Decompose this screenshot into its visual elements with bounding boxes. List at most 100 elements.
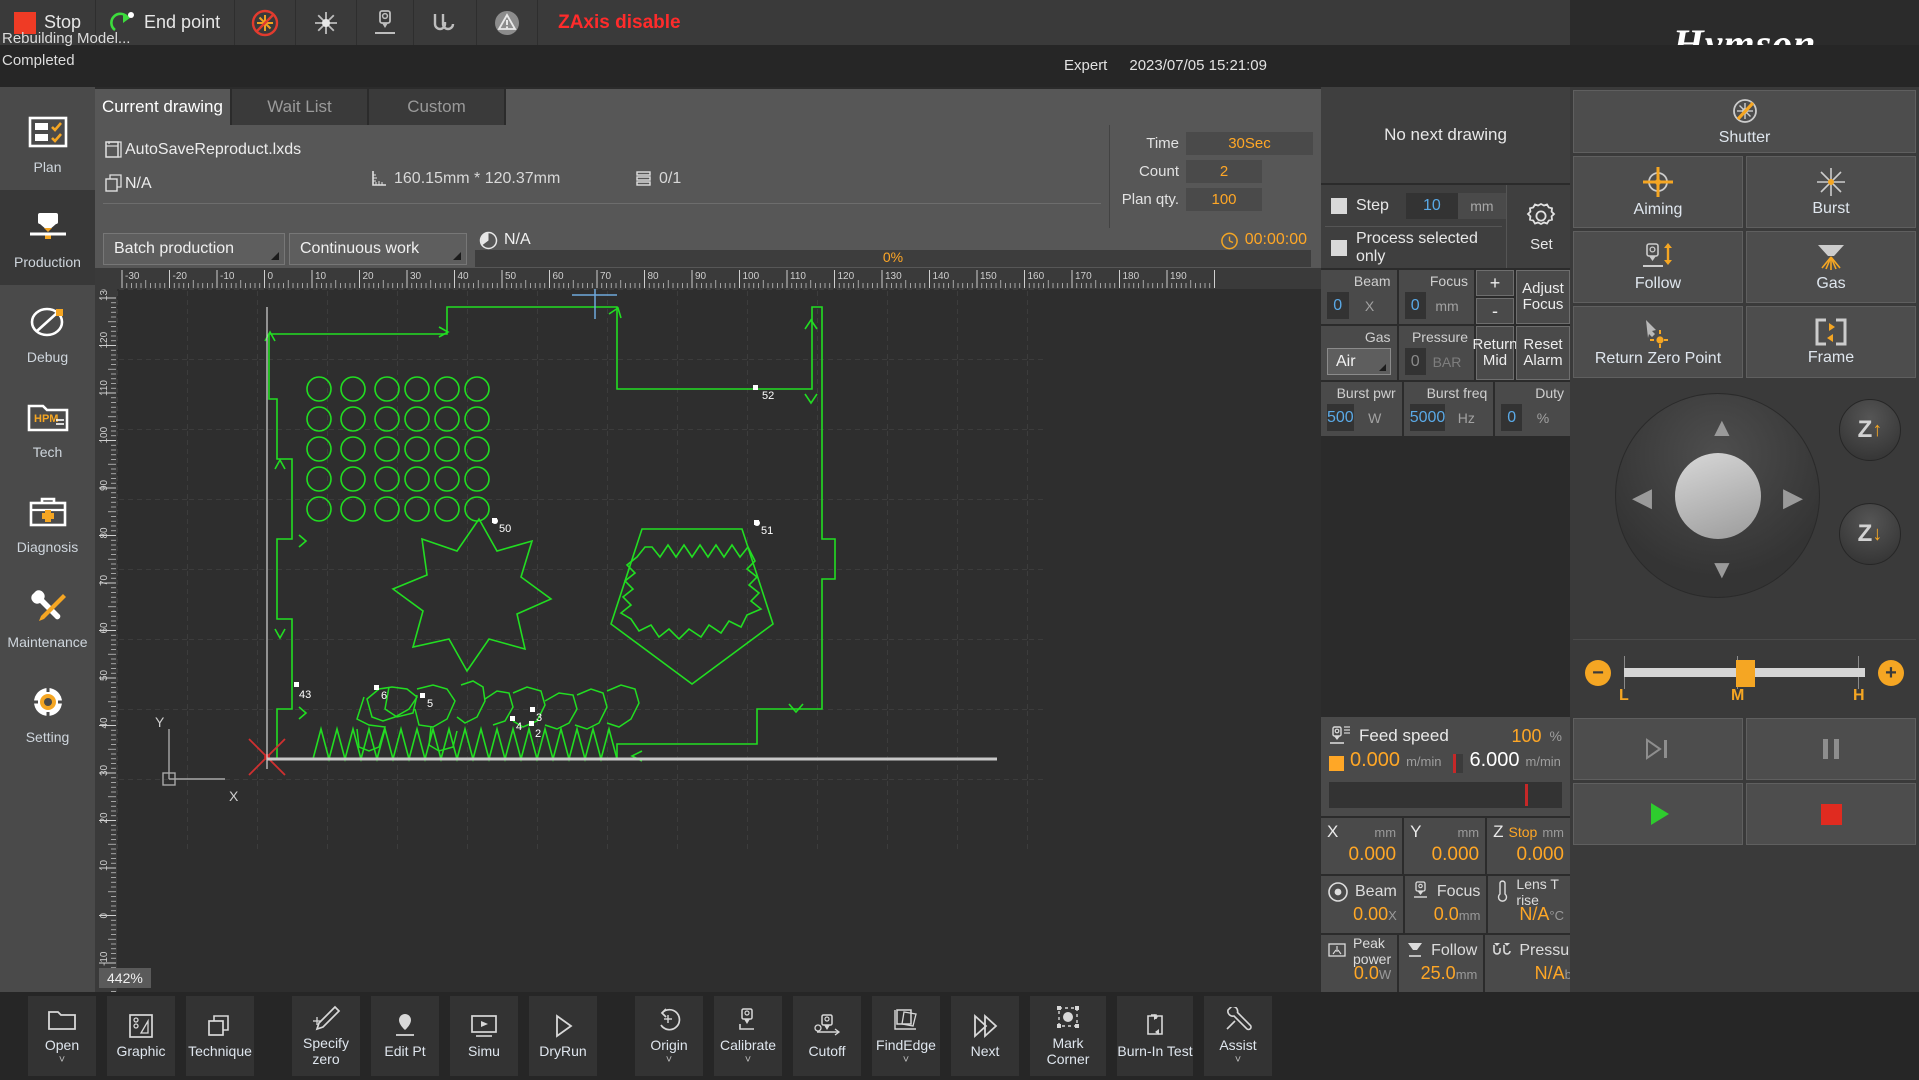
process-selected-checkbox[interactable] xyxy=(1331,240,1347,256)
sidebar-item-production[interactable]: Production xyxy=(0,190,95,285)
jog-left-arrow[interactable]: ◀ xyxy=(1632,482,1652,513)
adjust-focus-button[interactable]: Adjust Focus xyxy=(1516,270,1570,324)
return-mid-button[interactable]: Return Mid xyxy=(1476,326,1514,380)
slider-knob[interactable] xyxy=(1736,660,1755,687)
toolbar-gap-1 xyxy=(265,996,281,1076)
burst-control-button[interactable]: Burst xyxy=(1746,156,1916,228)
slider-low-label: L xyxy=(1619,687,1629,705)
end-point-label: End point xyxy=(144,12,220,33)
follow-head-button[interactable] xyxy=(357,0,414,45)
svg-text:190: 190 xyxy=(1170,271,1187,282)
toolbar-label: Next xyxy=(971,1044,1000,1059)
jog-dpad[interactable]: ▲ ▼ ◀ ▶ xyxy=(1615,393,1820,598)
jog-down-arrow[interactable]: ▼ xyxy=(1709,554,1735,585)
pressure-value: 0 xyxy=(1405,348,1427,375)
jog-up-arrow[interactable]: ▲ xyxy=(1709,412,1735,443)
batch-production-select[interactable]: Batch production xyxy=(103,233,285,265)
laser-off-button[interactable] xyxy=(235,0,296,45)
z-down-button[interactable]: Z↓ xyxy=(1839,503,1901,565)
feed-target-unit: m/min xyxy=(1526,754,1561,769)
shutter-icon xyxy=(1728,97,1762,127)
burst-freq-input[interactable]: 5000 Hz xyxy=(1410,404,1488,431)
step-value-field[interactable]: 10 mm xyxy=(1406,193,1506,219)
beam-readout-cell: Beam 0.00X xyxy=(1321,876,1403,933)
z-up-button[interactable]: Z↑ xyxy=(1839,399,1901,461)
aiming-label: Aiming xyxy=(1634,201,1683,219)
work-mode-select[interactable]: Continuous work xyxy=(289,233,467,265)
follow-button[interactable]: Follow xyxy=(1573,231,1743,303)
toolbar-cutoff-button[interactable]: Cutoff xyxy=(793,996,861,1076)
aiming-button[interactable]: Aiming xyxy=(1573,156,1743,228)
frame-button[interactable]: Frame xyxy=(1746,306,1916,378)
toolbar-edit-pt-button[interactable]: Edit Pt xyxy=(371,996,439,1076)
shutter-button[interactable]: Shutter xyxy=(1573,90,1916,153)
drawing-canvas[interactable]: -30-20-100102030405060708090100110120130… xyxy=(95,268,1321,992)
toolbar-dryrun-button[interactable]: DryRun xyxy=(529,996,597,1076)
jog-right-arrow[interactable]: ▶ xyxy=(1783,482,1803,513)
burst-freq-unit: Hz xyxy=(1445,404,1487,431)
stop-machine-button[interactable] xyxy=(1746,783,1916,845)
toolbar-simu-button[interactable]: Simu xyxy=(450,996,518,1076)
toolbar-origin-button[interactable]: Origin ˅ xyxy=(635,996,703,1076)
progress-top: N/A 00:00:00 xyxy=(471,230,1315,250)
toolbar-burnin-test-button[interactable]: Burn-In Test xyxy=(1117,996,1193,1076)
reset-alarm-button[interactable]: Reset Alarm xyxy=(1516,326,1570,380)
warning-icon xyxy=(493,9,521,37)
step-checkbox[interactable] xyxy=(1331,198,1347,214)
zoom-level-badge: 442% xyxy=(99,968,151,988)
start-button[interactable] xyxy=(1573,783,1743,845)
follow-readout-label: Follow xyxy=(1431,942,1477,960)
toolbar-calibrate-button[interactable]: Calibrate ˅ xyxy=(714,996,782,1076)
sidebar-item-maintenance[interactable]: Maintenance xyxy=(0,570,95,665)
svg-text:30: 30 xyxy=(99,764,110,776)
sidebar-item-diagnosis[interactable]: Diagnosis xyxy=(0,475,95,570)
tab-wait-list[interactable]: Wait List xyxy=(232,89,367,125)
canvas-grid[interactable]: 50 51 52 43 6 5 4 3 2 xyxy=(117,289,1321,992)
step-row: Step 10 mm xyxy=(1321,185,1506,226)
pause-button[interactable] xyxy=(1746,718,1916,780)
return-zero-point-button[interactable]: Return Zero Point xyxy=(1573,306,1743,378)
focus-minus-button[interactable]: - xyxy=(1476,298,1514,324)
slider-decrease-button[interactable]: − xyxy=(1585,660,1611,686)
toolbar-open-button[interactable]: Open ˅ xyxy=(28,996,96,1076)
pressure-input[interactable]: 0 BAR xyxy=(1405,348,1469,375)
follow-readout-header: Follow xyxy=(1405,939,1477,963)
toolbar-graphic-button[interactable]: Graphic xyxy=(107,996,175,1076)
chevron-down-icon: ˅ xyxy=(1235,1057,1241,1065)
tab-custom[interactable]: Custom xyxy=(369,89,504,125)
step-play-button[interactable] xyxy=(1573,718,1743,780)
beam-input[interactable]: 0 X xyxy=(1327,292,1391,319)
feed-speed-bar[interactable] xyxy=(1329,782,1562,808)
sidebar-item-plan[interactable]: Plan xyxy=(0,95,95,190)
set-button[interactable]: Set xyxy=(1506,185,1576,268)
sidebar-item-debug[interactable]: Debug xyxy=(0,285,95,380)
warning-button[interactable] xyxy=(477,0,538,45)
process-selected-row: Process selected only xyxy=(1321,227,1506,268)
toolbar-technique-button[interactable]: Technique xyxy=(186,996,254,1076)
maintenance-icon xyxy=(26,586,70,628)
tab-current-drawing[interactable]: Current drawing xyxy=(95,89,230,125)
gas-select[interactable]: Air xyxy=(1327,348,1391,375)
file-info-wrap: AutoSaveReproduct.lxds N/A 160.15mm * 12… xyxy=(95,125,1321,228)
sidebar-item-tech[interactable]: HPM Tech xyxy=(0,380,95,475)
burst-button[interactable] xyxy=(296,0,357,45)
production-controls-row: Batch production Continuous work N/A xyxy=(95,228,1321,268)
toolbar-next-button[interactable]: Next xyxy=(951,996,1019,1076)
focus-plus-button[interactable]: + xyxy=(1476,270,1514,296)
toolbar-label: Graphic xyxy=(116,1044,165,1059)
pie-icon xyxy=(479,231,498,250)
burst-power-input[interactable]: 500 W xyxy=(1327,404,1396,431)
toolbar-specify-zero-button[interactable]: Specify zero xyxy=(292,996,360,1076)
toolbar-mark-corner-button[interactable]: Mark Corner xyxy=(1030,996,1106,1076)
gas-nozzle-button[interactable] xyxy=(414,0,477,45)
jog-center-button[interactable] xyxy=(1675,453,1761,539)
toolbar-findedge-button[interactable]: FindEdge ˅ xyxy=(872,996,940,1076)
duty-cycle-input[interactable]: 0 % xyxy=(1501,404,1564,431)
focus-input[interactable]: 0 mm xyxy=(1405,292,1469,319)
sidebar-item-setting[interactable]: Setting xyxy=(0,665,95,760)
x-axis-value: 0.000 xyxy=(1327,844,1396,870)
elapsed-group: 00:00:00 xyxy=(1220,231,1307,250)
gas-button[interactable]: Gas xyxy=(1746,231,1916,303)
slider-increase-button[interactable]: + xyxy=(1878,660,1904,686)
toolbar-assist-button[interactable]: Assist ˅ xyxy=(1204,996,1272,1076)
